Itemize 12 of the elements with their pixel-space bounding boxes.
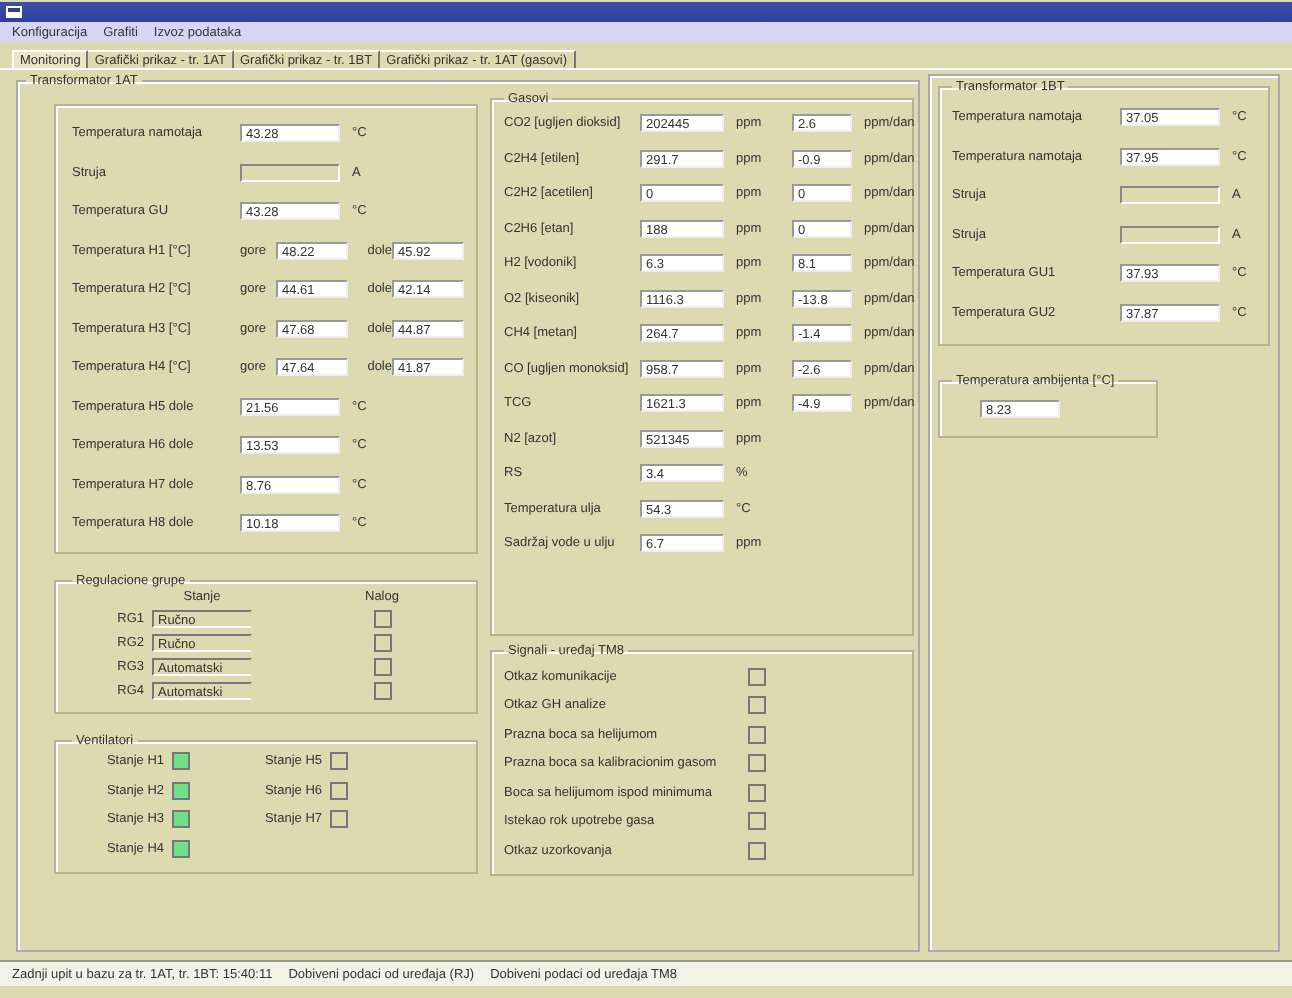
window-icon (6, 6, 22, 18)
checkbox[interactable] (373, 658, 391, 676)
checkbox[interactable] (748, 667, 766, 686)
checkbox[interactable] (748, 812, 766, 831)
checkbox[interactable] (373, 634, 391, 652)
checkbox[interactable] (748, 783, 766, 802)
checkbox[interactable] (373, 610, 391, 628)
checkbox[interactable] (748, 754, 766, 773)
checkbox[interactable] (748, 725, 766, 744)
checkbox[interactable] (748, 696, 766, 715)
checkbox[interactable] (748, 841, 766, 860)
checkbox[interactable] (373, 682, 391, 700)
